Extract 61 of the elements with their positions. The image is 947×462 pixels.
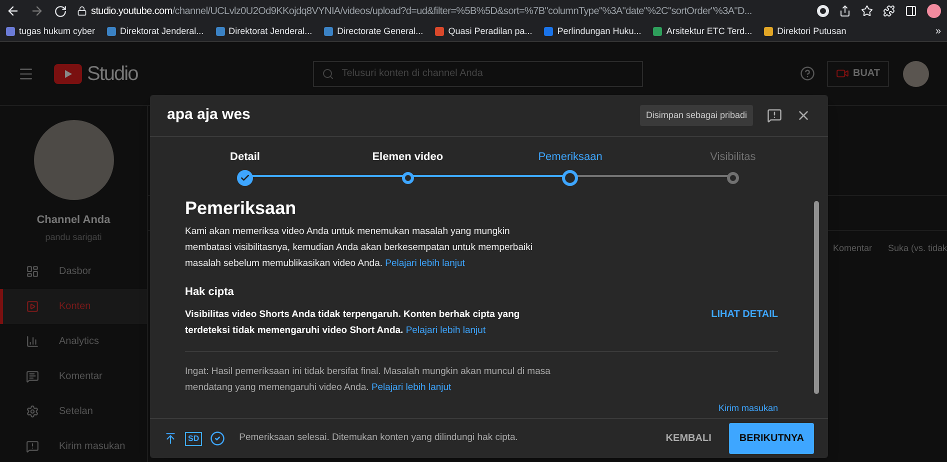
bookmark-item[interactable]: Direktorat Jenderal...: [216, 24, 312, 38]
reload-icon[interactable]: [54, 4, 67, 18]
nav-icon: [26, 300, 39, 313]
bookmark-item[interactable]: Direktorat Jenderal...: [107, 24, 204, 38]
bookmark-item[interactable]: Direktori Putusan: [764, 24, 846, 38]
lock-icon: [77, 6, 87, 16]
status-text: Pemeriksaan selesai. Ditemukan konten yang dilindungi hak cipta.: [239, 431, 518, 446]
dialog-title: apa aja wes: [167, 105, 250, 126]
extensions-icon[interactable]: [883, 5, 895, 17]
check-circle-icon[interactable]: [210, 431, 226, 446]
step-label[interactable]: Detail: [230, 149, 260, 163]
forward-icon[interactable]: [30, 4, 44, 18]
nav-icon: [26, 265, 39, 278]
bookmark-item[interactable]: Quasi Peradilan pa...: [435, 24, 532, 38]
side-panel-icon[interactable]: [905, 5, 917, 17]
url-text: studio.youtube.com/channel/UCLvlz0U2Od9KKojdq8VYNIA/videos/upload?d=ud&filter=%5B%5D&sort=%7B"columnType"%3A"date"%2C"sortOrder"%3A"D...: [91, 4, 752, 18]
bookmark-item[interactable]: Arsitektur ETC Terd...: [653, 24, 752, 38]
section-heading: Pemeriksaan: [185, 197, 298, 220]
more-bookmarks-button[interactable]: »: [935, 24, 941, 39]
studio-logo-text: Studio: [87, 62, 138, 86]
copyright-paragraph: Visibilitas video Shorts Anda tidak terpengaruh. Konten berhak cipta yang terdeteksi tidak memengaruhi video Short Anda. Pelajari lebih lanjut: [185, 308, 521, 338]
learn-more-link[interactable]: Pelajari lebih lanjut: [385, 258, 465, 269]
quality-icon[interactable]: SD: [185, 432, 202, 446]
learn-more-link[interactable]: Pelajari lebih lanjut: [371, 382, 452, 392]
next-button[interactable]: BERIKUTNYA: [729, 423, 814, 454]
menu-icon[interactable]: [18, 66, 34, 82]
address-bar[interactable]: studio.youtube.com/channel/UCLvlz0U2Od9KKojdq8VYNIA/videos/upload?d=ud&filter=%5B%5D&sort=%7B"columnType"%3A"date"%2C"sortOrder"%3A"D...: [77, 4, 807, 18]
nav-icon: [26, 405, 39, 418]
bookmark-item[interactable]: Perlindungan Huku...: [544, 24, 642, 38]
save-status-badge: Disimpan sebagai pribadi: [640, 104, 753, 126]
nav-icon: [26, 335, 39, 348]
view-details-button[interactable]: LIHAT DETAIL: [711, 306, 778, 322]
help-icon[interactable]: [800, 66, 815, 81]
step-label[interactable]: Visibilitas: [710, 149, 756, 163]
upload-icon[interactable]: [164, 432, 177, 445]
learn-more-link[interactable]: Pelajari lebih lanjut: [406, 324, 486, 336]
search-icon: [322, 68, 334, 80]
column-header: Suka (vs. tidak: [888, 242, 947, 256]
back-button[interactable]: KEMBALI: [660, 425, 718, 452]
profile-avatar[interactable]: [927, 4, 941, 18]
bookmark-item[interactable]: Directorate General...: [324, 24, 424, 38]
intro-paragraph: Kami akan memeriksa video Anda untuk menemukan masalah yang mungkin membatasi visibilitasnya, kemudian Anda akan berkesempatan untuk memperbaiki masalah sebelum memublikasikan video Anda. Pelajari lebih lanjut: [185, 225, 534, 271]
copyright-title: Hak cipta: [185, 285, 235, 300]
nav-icon: [26, 440, 39, 453]
close-icon[interactable]: [796, 108, 811, 123]
step-label[interactable]: Pemeriksaan: [538, 149, 602, 163]
back-icon[interactable]: [6, 4, 20, 18]
bookmark-star-icon[interactable]: [861, 5, 873, 17]
column-header: Komentar: [832, 242, 872, 256]
report-icon[interactable]: [767, 108, 782, 123]
nav-icon: [26, 370, 39, 383]
bookmark-item[interactable]: tugas hukum cyber: [6, 24, 96, 38]
create-button[interactable]: BUAT: [826, 60, 889, 86]
note-paragraph: Ingat: Hasil pemeriksaan ini tidak bersifat final. Masalah mungkin akan muncul di masa mendatang yang memengaruhi video Anda. Pelajari lebih lanjut: [185, 364, 552, 394]
step-label[interactable]: Elemen video: [372, 149, 444, 163]
share-icon[interactable]: [839, 5, 851, 17]
channel-title: Channel Anda: [36, 213, 110, 228]
channel-avatar[interactable]: [903, 60, 929, 86]
scrollbar-thumb[interactable]: [814, 201, 819, 394]
logo-play-icon: [54, 64, 82, 84]
send-feedback-link[interactable]: Kirim masukan: [718, 402, 778, 415]
